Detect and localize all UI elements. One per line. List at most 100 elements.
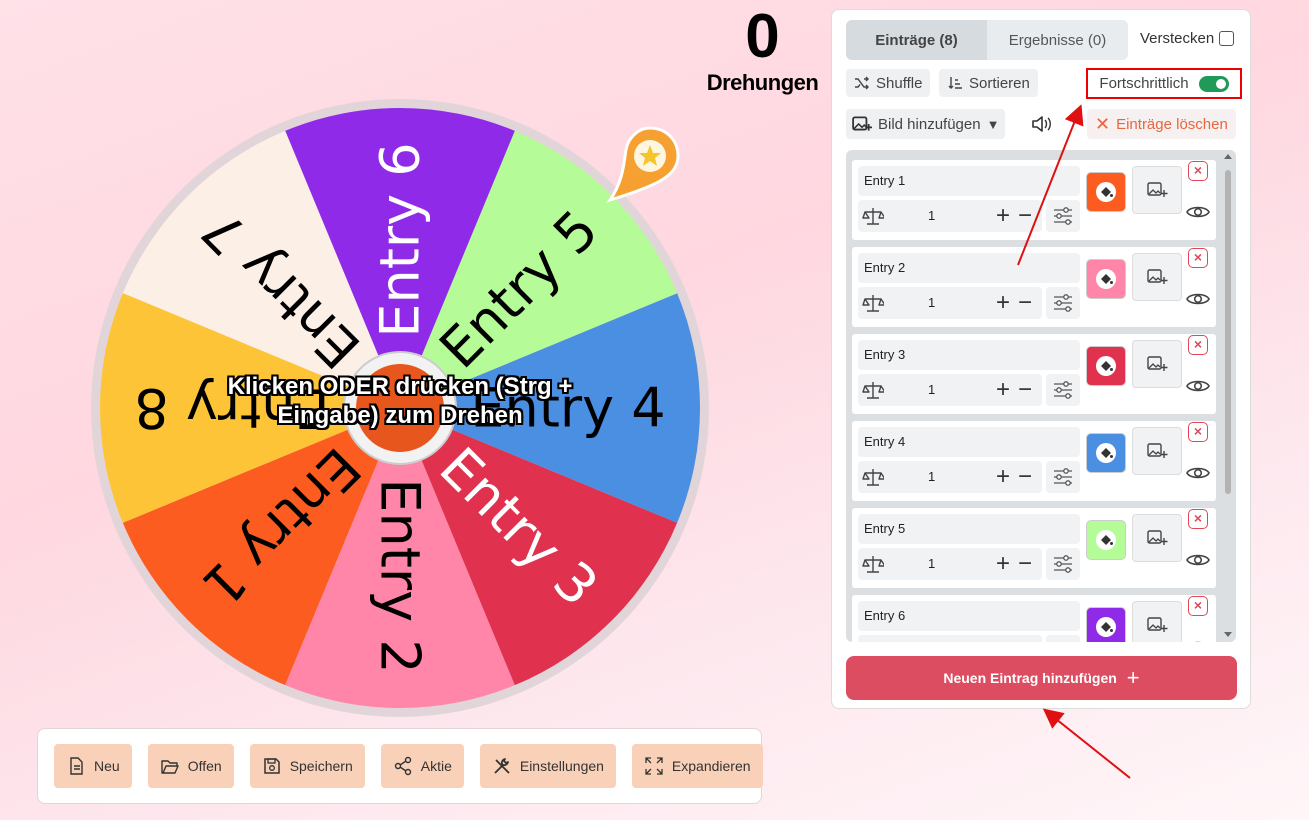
entry-image-button[interactable] [1132,601,1182,642]
entry-options-button[interactable] [1046,461,1080,493]
delete-entry-icon[interactable]: × [1188,248,1208,268]
eye-icon[interactable] [1186,376,1210,396]
add-image-button[interactable]: Bild hinzufügen ▼ [846,109,1006,139]
entry-color-button[interactable] [1086,607,1126,642]
eye-icon[interactable] [1186,289,1210,309]
sliders-icon [1054,381,1072,399]
entry-options-button[interactable] [1046,374,1080,406]
entry-name-input[interactable]: Entry 6 [858,601,1080,631]
eye-icon[interactable] [1186,637,1210,642]
entry-color-button[interactable] [1086,346,1126,386]
clear-entries-button[interactable]: ✕ Einträge löschen [1087,109,1236,139]
spin-counter: 0 Drehungen [700,2,825,96]
sort-button[interactable]: Sortieren [939,69,1038,97]
caret-down-icon: ▼ [986,116,1000,132]
list-item: Entry 3 1 + − × [852,334,1216,414]
entry-options-button[interactable] [1046,287,1080,319]
minus-icon[interactable]: − [1018,463,1032,491]
plus-icon[interactable]: + [996,376,1010,404]
add-image-icon [1147,617,1168,632]
add-entry-button[interactable]: Neuen Eintrag hinzufügen + [846,656,1237,700]
tab-results[interactable]: Ergebnisse (0) [987,20,1128,60]
advanced-switch[interactable] [1198,75,1229,92]
entry-name-input[interactable]: Entry 3 [858,340,1080,370]
eye-icon[interactable] [1186,550,1210,570]
entry-color-button[interactable] [1086,520,1126,560]
plus-icon[interactable]: + [996,289,1010,317]
tools-icon [494,758,510,774]
entry-options-button[interactable] [1046,548,1080,580]
plus-icon[interactable]: + [996,463,1010,491]
clear-entries-label: Einträge löschen [1116,115,1228,133]
entry-weight-value[interactable]: 1 [928,469,935,484]
minus-icon[interactable]: − [1018,550,1032,578]
share-button[interactable]: Aktie [380,744,464,788]
tab-entries[interactable]: Einträge (8) [846,20,987,60]
eye-icon[interactable] [1186,463,1210,483]
entry-weight-value[interactable]: 1 [928,382,935,397]
hide-checkbox[interactable] [1219,31,1235,46]
delete-entry-icon[interactable]: × [1188,335,1208,355]
minus-icon[interactable]: − [1018,202,1032,230]
sort-label: Sortieren [969,74,1030,92]
entry-weight-value[interactable]: 1 [928,208,935,223]
delete-entry-icon[interactable]: × [1188,161,1208,181]
entry-name-input[interactable]: Entry 1 [858,166,1080,196]
entry-image-button[interactable] [1132,340,1182,388]
entry-name-input[interactable]: Entry 2 [858,253,1080,283]
hide-toggle[interactable]: Verstecken [1140,30,1235,47]
entry-image-button[interactable] [1132,253,1182,301]
delete-entry-icon[interactable]: × [1188,422,1208,442]
entry-image-button[interactable] [1132,166,1182,214]
entry-color-button[interactable] [1086,172,1126,212]
minus-icon[interactable]: − [1018,289,1032,317]
settings-button-label: Einstellungen [519,758,604,774]
entry-weight-value[interactable]: 1 [928,295,935,310]
add-image-icon [1147,443,1168,458]
new-button[interactable]: Neu [54,744,132,788]
settings-button[interactable]: Einstellungen [479,744,616,788]
expand-button[interactable]: Expandieren [631,744,763,788]
wheel-segment-label: Entry 4 [470,377,665,440]
paint-bucket-icon [1096,269,1116,289]
advanced-toggle[interactable]: Fortschrittlich [1086,68,1242,99]
entry-weight-row: 1 + − [858,635,1042,642]
shuffle-label: Shuffle [876,74,923,92]
wheel-segment-label: Entry 8 [134,377,329,440]
minus-icon[interactable]: − [1018,376,1032,404]
share-icon [394,756,411,776]
spin-count: 0 [745,2,780,71]
delete-entry-icon[interactable]: × [1188,509,1208,529]
sound-icon[interactable] [1030,113,1052,135]
add-image-icon [1147,530,1168,545]
scroll-up-icon[interactable] [1223,151,1233,161]
plus-icon[interactable]: + [996,550,1010,578]
scrollbar-thumb[interactable] [1225,170,1231,494]
save-button[interactable]: Speichern [249,744,365,788]
entries-list: Entry 1 1 + − × Entry 2 1 + − × Entry 3 … [846,150,1236,642]
entry-image-button[interactable] [1132,514,1182,562]
entry-image-button[interactable] [1132,427,1182,475]
entry-name-input[interactable]: Entry 5 [858,514,1080,544]
entry-color-button[interactable] [1086,433,1126,473]
entry-name-input[interactable]: Entry 4 [858,427,1080,457]
plus-icon[interactable]: + [996,637,1010,642]
sliders-icon [1054,555,1072,573]
sliders-icon [1054,468,1072,486]
entry-color-button[interactable] [1086,259,1126,299]
open-button[interactable]: Offen [147,744,234,788]
plus-icon[interactable]: + [996,202,1010,230]
wheel-hub[interactable] [356,364,444,452]
shuffle-button[interactable]: Shuffle [846,69,931,97]
bottom-toolbar: Neu Offen Speichern Aktie Einstellungen … [37,728,763,804]
entry-weight-value[interactable]: 1 [928,556,935,571]
entry-options-button[interactable] [1046,635,1080,642]
scroll-down-icon[interactable] [1223,630,1233,640]
delete-entry-icon[interactable]: × [1188,596,1208,616]
sliders-icon [1054,294,1072,312]
entry-options-button[interactable] [1046,200,1080,232]
eye-icon[interactable] [1186,202,1210,222]
add-image-icon [1147,269,1168,284]
minus-icon[interactable]: − [1018,637,1032,642]
star-pin-icon [606,126,680,203]
